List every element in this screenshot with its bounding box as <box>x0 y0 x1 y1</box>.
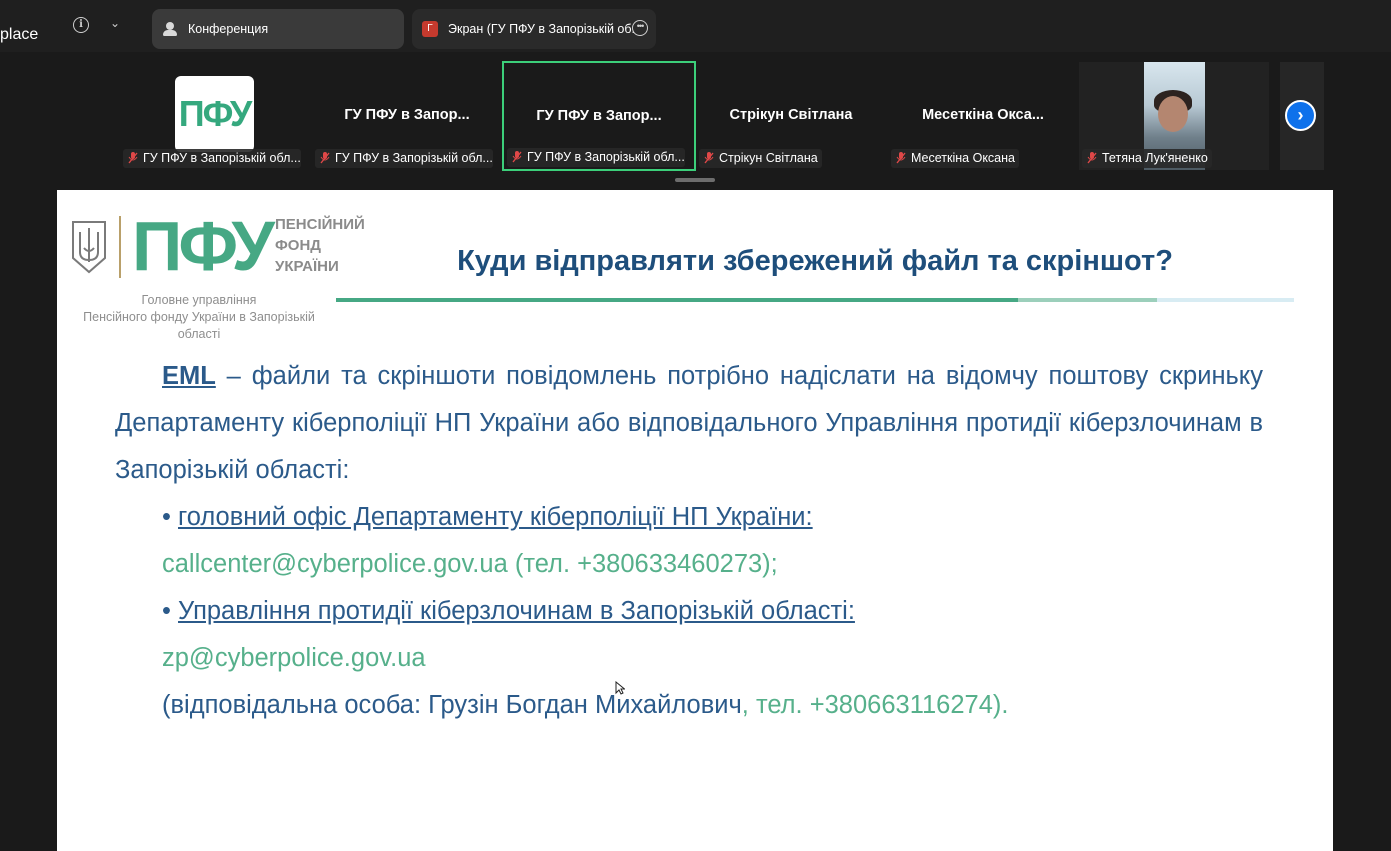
participant-name-label: Месеткіна Оксана <box>891 149 1019 168</box>
tab-screen-share[interactable]: Г Экран (ГУ ПФУ в Запорізькій об. ••• <box>412 9 656 49</box>
muted-mic-icon <box>128 152 138 164</box>
muted-mic-icon <box>896 152 906 164</box>
logo-divider <box>119 216 121 278</box>
participant-tile[interactable]: ГУ ПФУ в Запор... ГУ ПФУ в Запорізькій о… <box>312 62 502 170</box>
participant-tile[interactable]: Стрікун Світлана Стрікун Світлана <box>696 62 886 170</box>
logo-caption: Головне управління Пенсійного фонду Укра… <box>83 293 315 341</box>
participant-tile-active-speaker[interactable]: ГУ ПФУ в Запор... ГУ ПФУ в Запорізькій о… <box>502 61 696 171</box>
meeting-top-bar: place i ⌄ Конференция Г Экран (ГУ ПФУ в … <box>0 0 1391 52</box>
bullet-2: • Управління протидії кіберзлочинам в За… <box>162 597 855 625</box>
pfu-logo: ПФУ <box>175 76 254 152</box>
shared-screen-slide: ПФУ ПЕНСІЙНИЙ ФОНД УКРАЇНИ Головне управ… <box>57 190 1333 851</box>
participant-name-label: ГУ ПФУ в Запорізькій обл.... <box>123 149 301 168</box>
mouse-cursor-icon <box>615 681 625 695</box>
muted-mic-icon <box>1087 152 1097 164</box>
participant-strip: ПФУ ГУ ПФУ в Запорізькій обл.... ГУ ПФУ … <box>0 52 1391 190</box>
tab-screen-share-label: Экран (ГУ ПФУ в Запорізькій об. <box>448 22 636 36</box>
muted-mic-icon <box>320 152 330 164</box>
tab-conference[interactable]: Конференция <box>152 9 404 49</box>
app-name: place <box>0 26 39 43</box>
title-underline <box>1157 298 1294 302</box>
chevron-down-icon[interactable]: ⌄ <box>110 16 120 30</box>
more-options-icon[interactable]: ••• <box>632 20 648 36</box>
eml-term: EML <box>162 362 216 390</box>
participant-name-label: Стрікун Світлана <box>699 149 822 168</box>
participant-tile[interactable]: Месеткіна Окса... Месеткіна Оксана <box>888 62 1078 170</box>
participant-title: Месеткіна Окса... <box>922 107 1044 123</box>
email-1: callcenter@cyberpolice.gov.ua (тел. +380… <box>162 550 778 578</box>
muted-mic-icon <box>512 151 522 163</box>
contact-line: (відповідальна особа: Грузін Богдан Миха… <box>162 691 1009 719</box>
trident-emblem-icon <box>72 221 106 274</box>
intro-paragraph: EML – файли та скріншоти повідомлень пот… <box>115 362 1263 484</box>
participant-tile[interactable]: ПФУ ГУ ПФУ в Запорізькій обл.... <box>120 62 310 170</box>
slide-title: Куди відправляти збережений файл та скрі… <box>457 245 1173 277</box>
participant-name-label: Тетяна Лук'яненко <box>1082 149 1212 168</box>
people-icon <box>162 22 180 36</box>
participant-name-label: ГУ ПФУ в Запорізькій обл... <box>507 148 685 167</box>
title-underline <box>1018 298 1157 302</box>
participant-name-label: ГУ ПФУ в Запорізькій обл... <box>315 149 493 168</box>
bullet-1: • головний офіс Департаменту кіберполіці… <box>162 503 813 531</box>
pfu-logo-text: ПФУ <box>132 207 275 285</box>
next-participants-button[interactable]: › <box>1285 100 1316 131</box>
muted-mic-icon <box>704 152 714 164</box>
email-2: zp@cyberpolice.gov.ua <box>162 644 426 672</box>
participant-title: ГУ ПФУ в Запор... <box>536 108 662 124</box>
participant-title: Стрікун Світлана <box>729 107 853 123</box>
screen-share-icon: Г <box>422 21 438 37</box>
tab-conference-label: Конференция <box>188 22 269 36</box>
title-underline <box>336 298 1018 302</box>
participant-tile-video[interactable]: Тетяна Лук'яненко <box>1079 62 1269 170</box>
info-icon[interactable]: i <box>73 17 89 33</box>
participant-title: ГУ ПФУ в Запор... <box>344 107 470 123</box>
strip-resize-handle[interactable] <box>675 178 715 182</box>
